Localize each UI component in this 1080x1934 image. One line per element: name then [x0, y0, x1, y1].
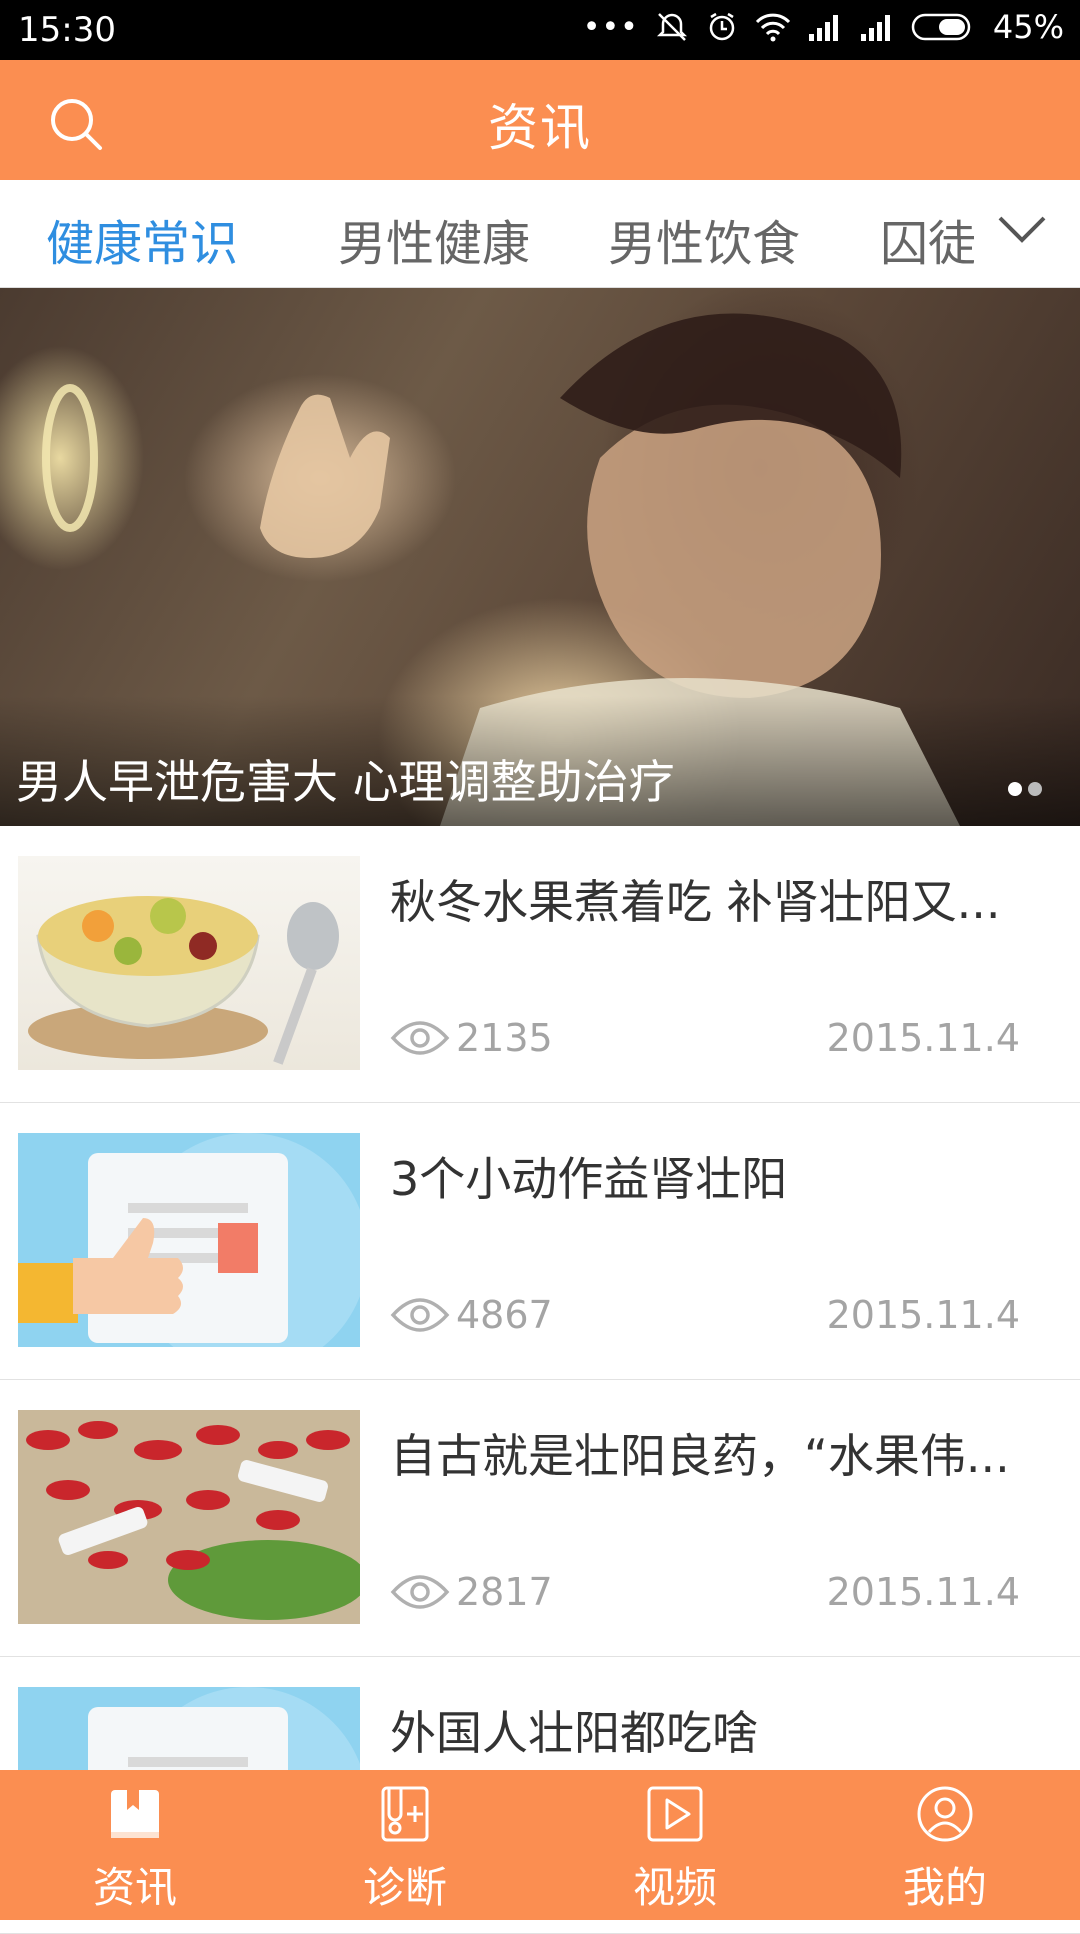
tab-male-health[interactable]: 男性健康: [338, 204, 530, 274]
tab-health-knowledge[interactable]: 健康常识: [46, 204, 238, 274]
status-time: 15:30: [18, 10, 116, 50]
article-date: 2015.11.4: [826, 1016, 1020, 1060]
article-views: 4867: [390, 1293, 553, 1337]
nav-label: 视频: [632, 1863, 717, 1912]
page-dot: [1028, 782, 1042, 796]
nav-label: 诊断: [362, 1863, 447, 1912]
status-bar: 15:30 ••• 45%: [0, 0, 1080, 60]
nav-label: 资讯: [92, 1863, 177, 1912]
article-item[interactable]: 自古就是壮阳良药，“水果伟... 2817 2015.11.4: [0, 1380, 1080, 1657]
chevron-down-icon[interactable]: [996, 210, 1048, 250]
article-thumbnail-thumbs-up: [18, 1133, 360, 1347]
nav-item-news[interactable]: 资讯: [0, 1770, 270, 1920]
signal-icon-2: [860, 15, 890, 41]
play-icon: [647, 1786, 703, 1842]
article-item[interactable]: 秋冬水果煮着吃 补肾壮阳又... 2135 2015.11.4: [0, 826, 1080, 1103]
bottom-navigation: 资讯 诊断 视频 我的: [0, 1770, 1080, 1920]
battery-percent: 45%: [992, 8, 1064, 46]
book-icon: [111, 1790, 159, 1838]
tab-male-diet[interactable]: 男性饮食: [608, 204, 800, 274]
user-icon: [917, 1786, 973, 1842]
article-thumbnail-goji-berries: [18, 1410, 360, 1624]
article-date: 2015.11.4: [826, 1293, 1020, 1337]
nav-item-video[interactable]: 视频: [540, 1770, 810, 1920]
wifi-icon: [755, 13, 790, 42]
eye-icon: [390, 1298, 450, 1332]
nav-label: 我的: [902, 1863, 987, 1912]
article-title: 3个小动作益肾壮阳: [390, 1152, 788, 1206]
article-date: 2015.11.4: [826, 1570, 1020, 1614]
article-title: 自古就是壮阳良药，“水果伟...: [390, 1429, 1010, 1483]
article-title: 秋冬水果煮着吃 补肾壮阳又...: [390, 875, 1001, 929]
category-tabs: 健康常识 男性健康 男性饮食 囚徒: [0, 180, 1080, 288]
nav-item-diagnosis[interactable]: 诊断: [270, 1770, 540, 1920]
page-dot-active: [1008, 782, 1022, 796]
eye-icon: [390, 1021, 450, 1055]
tab-prisoner[interactable]: 囚徒: [880, 204, 974, 274]
app-bar: 资讯: [0, 60, 1080, 180]
nav-item-mine[interactable]: 我的: [810, 1770, 1080, 1920]
eye-icon: [390, 1575, 450, 1609]
silent-icon: [656, 13, 687, 41]
article-item[interactable]: 3个小动作益肾壮阳 4867 2015.11.4: [0, 1103, 1080, 1380]
article-view-count: 2135: [456, 1016, 553, 1060]
article-views: 2817: [390, 1570, 553, 1614]
signal-icon: [808, 15, 838, 41]
page-title: 资讯: [488, 99, 592, 157]
article-title: 外国人壮阳都吃啥: [390, 1706, 758, 1760]
article-view-count: 4867: [456, 1293, 553, 1337]
battery-icon: [911, 13, 971, 41]
banner-carousel[interactable]: 男人早泄危害大 心理调整助治疗: [0, 288, 1080, 826]
article-view-count: 2817: [456, 1570, 553, 1614]
diagnosis-icon: [381, 1786, 429, 1842]
banner-page-indicator: [1008, 782, 1042, 796]
article-thumbnail-fruit-soup: [18, 856, 360, 1070]
article-views: 2135: [390, 1016, 553, 1060]
alarm-icon: [709, 12, 735, 41]
banner-caption: 男人早泄危害大 心理调整助治疗: [16, 755, 675, 809]
more-dots-icon: •••: [582, 9, 639, 45]
